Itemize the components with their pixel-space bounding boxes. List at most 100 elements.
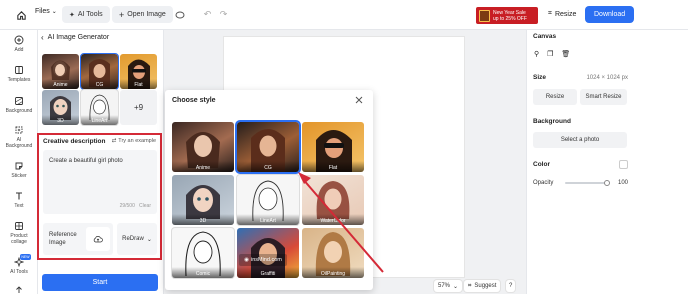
collage-icon: [15, 222, 23, 230]
color-swatch[interactable]: [619, 160, 628, 169]
mode-value: ReDraw: [122, 236, 144, 242]
promo-banner[interactable]: New Year Sale up to 25% OFF: [476, 7, 538, 24]
opacity-value: 100: [618, 180, 629, 186]
style-tile-anime[interactable]: Anime: [172, 122, 234, 172]
rail-item-product-collage[interactable]: Product collage: [0, 221, 38, 245]
style-tile-comic[interactable]: Comic: [172, 228, 234, 278]
close-icon[interactable]: [355, 96, 363, 104]
left-rail: Add Templates Background AI Background S…: [0, 30, 38, 294]
canvas-actions: ⚲ ❐ 🗑: [534, 50, 570, 58]
rail-label: Product collage: [10, 233, 28, 245]
rail-item-templates[interactable]: Templates: [0, 65, 38, 83]
creative-description-title: Creative description: [43, 138, 106, 145]
opacity-label: Opacity: [533, 180, 554, 186]
char-count: 29/500: [119, 203, 135, 209]
download-button[interactable]: Download: [585, 6, 635, 23]
style-tile-flat[interactable]: Flat: [302, 122, 364, 172]
reference-label-line-1: Reference: [49, 232, 77, 238]
style-thumb-flat[interactable]: Flat: [120, 54, 157, 89]
style-tile-graffiti[interactable]: Graffiti: [237, 228, 299, 278]
redo-icon[interactable]: ↷: [218, 9, 229, 20]
clear-button[interactable]: Clear: [139, 203, 151, 209]
rail-label: Text: [14, 203, 24, 209]
style-thumb-3d[interactable]: 3D: [42, 90, 79, 125]
background-icon: [15, 97, 23, 105]
templates-icon: [15, 66, 23, 74]
resize-button[interactable]: ⌗ Resize: [548, 10, 576, 18]
prompt-textarea[interactable]: Create a beautiful girl photo 29/500 Cle…: [43, 150, 157, 214]
select-photo-button[interactable]: Select a photo: [533, 132, 627, 148]
style-label: Flat: [120, 79, 157, 89]
resize-canvas-button[interactable]: Resize: [533, 89, 577, 105]
size-value: 1024 × 1024 px: [586, 75, 628, 81]
start-button[interactable]: Start: [42, 274, 158, 291]
smart-resize-button[interactable]: Smart Resize: [580, 89, 627, 105]
shape-icon[interactable]: [174, 9, 185, 20]
rail-label: Background: [5, 108, 33, 114]
upload-reference-button[interactable]: [86, 227, 110, 251]
promo-line-2: up to 25% OFF: [493, 15, 527, 22]
style-label: LineArt: [81, 115, 118, 125]
help-button[interactable]: ?: [506, 280, 516, 292]
suggest-button[interactable]: ⌗ Suggest: [464, 280, 501, 292]
rail-label: AI Background: [5, 137, 33, 149]
sticker-icon: [15, 162, 23, 170]
watermark-label: insMind.com: [250, 257, 282, 263]
rail-item-ai-background[interactable]: AI Background: [0, 125, 38, 149]
style-thumb-anime[interactable]: Anime: [42, 54, 79, 89]
more-styles-button[interactable]: +9: [120, 90, 157, 125]
plus-circle-icon: [14, 35, 24, 45]
color-heading: Color: [533, 161, 550, 168]
style-label: Anime: [42, 79, 79, 89]
reference-image-uploader[interactable]: Reference Image: [43, 223, 113, 255]
files-menu[interactable]: Files ⌄: [35, 8, 57, 15]
canvas-heading: Canvas: [533, 33, 557, 40]
rail-label: Templates: [7, 77, 31, 83]
gift-icon: [479, 9, 490, 22]
chevron-down-icon: ⌄: [453, 283, 459, 290]
insmind-watermark: ◉ insMind.com: [239, 254, 287, 266]
style-tile-watercolor[interactable]: WaterColor: [302, 175, 364, 225]
creative-description-section: Creative description ⇄ Try an example Cr…: [37, 133, 162, 260]
top-toolbar: Files ⌄ ✦ AI Tools + Open Image ↶ ↷ New …: [0, 0, 688, 30]
opacity-slider-handle[interactable]: [604, 179, 610, 186]
select-photo-label: Select a photo: [560, 137, 600, 143]
zoom-control[interactable]: 57% ⌄: [434, 280, 463, 292]
rail-item-background[interactable]: Background: [0, 96, 38, 114]
ai-background-icon: [15, 126, 23, 134]
rail-label: AI Tools: [10, 269, 28, 275]
suggest-icon: ⌗: [468, 282, 472, 289]
prompt-footer: 29/500 Clear: [120, 203, 151, 209]
trash-icon[interactable]: 🗑: [561, 50, 570, 58]
try-example-link[interactable]: ⇄ Try an example: [112, 138, 156, 144]
ai-tools-button[interactable]: ✦ AI Tools: [62, 6, 110, 23]
mode-select[interactable]: ReDraw ⌄: [117, 223, 157, 255]
rail-item-add[interactable]: Add: [0, 35, 38, 53]
style-tile-3d[interactable]: 3D: [172, 175, 234, 225]
open-image-button[interactable]: + Open Image: [112, 6, 173, 23]
style-label: WaterColor: [302, 214, 364, 225]
style-tile-oilpainting[interactable]: OilPainting: [302, 228, 364, 278]
home-icon[interactable]: [14, 8, 28, 22]
style-tile-lineart[interactable]: LineArt: [237, 175, 299, 225]
format-painter-icon[interactable]: ⚲: [534, 50, 539, 58]
style-thumb-lineart[interactable]: LineArt: [81, 90, 118, 125]
style-label: Flat: [302, 161, 364, 172]
plus-icon: +: [119, 9, 125, 20]
rail-item-sticker[interactable]: Sticker: [0, 161, 38, 179]
style-label: Anime: [172, 161, 234, 172]
rail-item-text[interactable]: Text: [0, 191, 38, 209]
style-thumb-cg[interactable]: CG: [80, 53, 119, 90]
rail-item-upload[interactable]: [0, 285, 38, 294]
rail-label: Sticker: [11, 173, 27, 179]
duplicate-icon[interactable]: ❐: [547, 50, 553, 58]
back-chevron-icon[interactable]: ‹: [41, 33, 44, 42]
rail-item-ai-tools[interactable]: NEW AI Tools: [0, 254, 38, 275]
reference-label: Reference Image: [49, 231, 77, 247]
opacity-slider[interactable]: [565, 179, 610, 186]
style-label: OilPainting: [302, 267, 364, 278]
style-label: 3D: [172, 214, 234, 225]
undo-icon[interactable]: ↶: [202, 9, 213, 20]
style-tile-cg[interactable]: CG: [235, 120, 301, 174]
ai-tools-label: AI Tools: [77, 11, 103, 18]
